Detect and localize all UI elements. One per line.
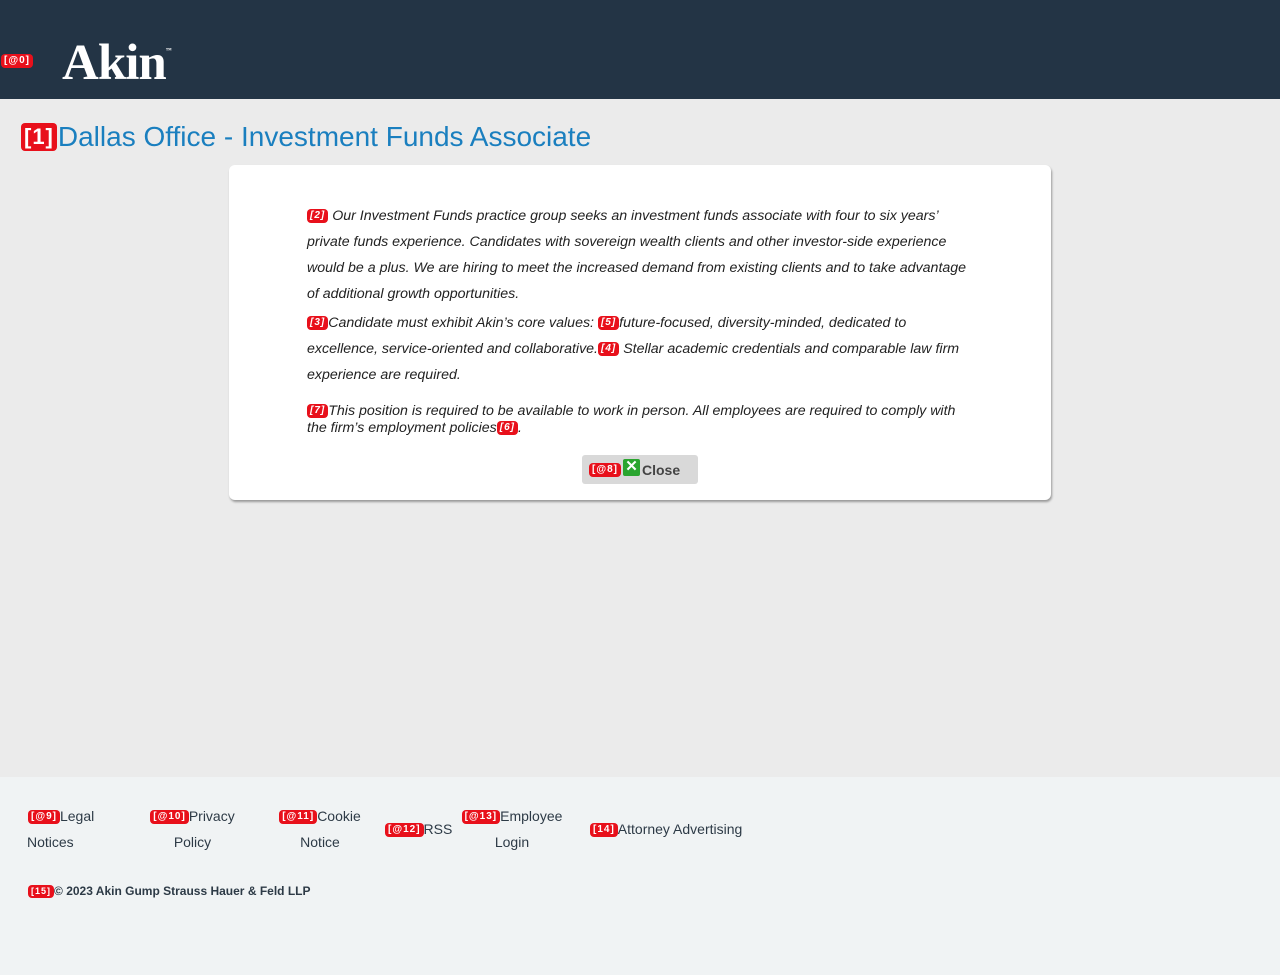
element-tag: [1] [21,123,57,151]
element-tag: [15] [28,885,55,899]
job-description-dialog: [2] Our Investment Funds practice group … [229,165,1051,500]
logo-trademark: ™ [165,48,172,54]
element-tag: [6] [496,421,518,436]
footer-link-privacy-policy[interactable]: [@10] Privacy Policy [145,803,240,855]
footer-link-employee-login[interactable]: [@13] Employee Login [456,803,568,855]
job-paragraph-intro: [2] Our Investment Funds practice group … [307,203,979,307]
footer-link-rss[interactable]: [@12] RSS [385,816,452,842]
footer-legal-line1: Legal [59,808,95,824]
element-tag: [@9] [28,810,60,825]
element-tag: [@11] [279,810,318,825]
footer-employee-line2: Login [494,834,530,850]
site-footer: [@9] Legal Notices [@10] Privacy Policy [@… [0,777,1280,975]
element-tag: [4] [598,342,620,357]
element-tag: [2] [307,209,329,224]
element-tag: [@12] [385,823,424,838]
page-title-row: [1] Dallas Office - Investment Funds Ass… [21,121,591,153]
footer-link-cookie-notice[interactable]: [@11] Cookie Notice [274,803,366,855]
job-description: [2] Our Investment Funds practice group … [307,203,979,437]
job-values-lead: Candidate must exhibit Akin’s core value… [328,315,598,331]
logo-text: Akin [62,35,167,91]
job-in-person-text: This position is required to be availabl… [307,403,956,436]
element-tag: [5] [597,316,620,331]
close-button-label: Close [641,461,681,478]
footer-attorney-label: Attorney Advertising [617,821,743,837]
element-tag: [14] [590,823,618,838]
element-tag: [@10] [150,810,189,825]
footer-cookie-line1: Cookie [317,808,361,824]
footer-employee-line1: Employee [500,808,563,824]
footer-rss-label: RSS [423,821,453,837]
job-in-person-end: . [518,420,522,436]
akin-logo-link[interactable]: Akin™ [62,34,172,92]
footer-legal-line2: Notices [27,834,74,850]
job-paragraph-values: [3] Candidate must exhibit Akin’s core va… [307,310,979,388]
element-tag: [3] [307,316,329,331]
footer-link-attorney-advertising[interactable]: [14] Attorney Advertising [590,816,742,842]
page-title: Dallas Office - Investment Funds Associa… [57,121,592,152]
job-paragraph-in-person: [7] This position is required to be avail… [307,403,979,437]
footer-privacy-line2: Policy [173,834,212,850]
element-tag: [@0] [1,54,33,68]
copyright-notice: [15] © 2023 Akin Gump Strauss Hauer & Fel… [28,884,311,899]
element-tag: [@8] [589,462,621,477]
site-header: [@0] Akin™ [0,0,1280,99]
element-tag: [7] [307,404,329,419]
footer-privacy-line1: Privacy [188,808,235,824]
footer-link-legal-notices[interactable]: [@9] Legal Notices [27,803,94,855]
close-x-icon: ✕ [622,458,640,476]
close-button[interactable]: [@8] ✕ Close [582,455,698,484]
copyright-text: © 2023 Akin Gump Strauss Hauer & Feld LL… [54,884,311,898]
footer-cookie-line2: Notice [300,834,340,850]
job-intro-text: Our Investment Funds practice group seek… [307,208,967,302]
element-tag: [@13] [461,810,501,825]
